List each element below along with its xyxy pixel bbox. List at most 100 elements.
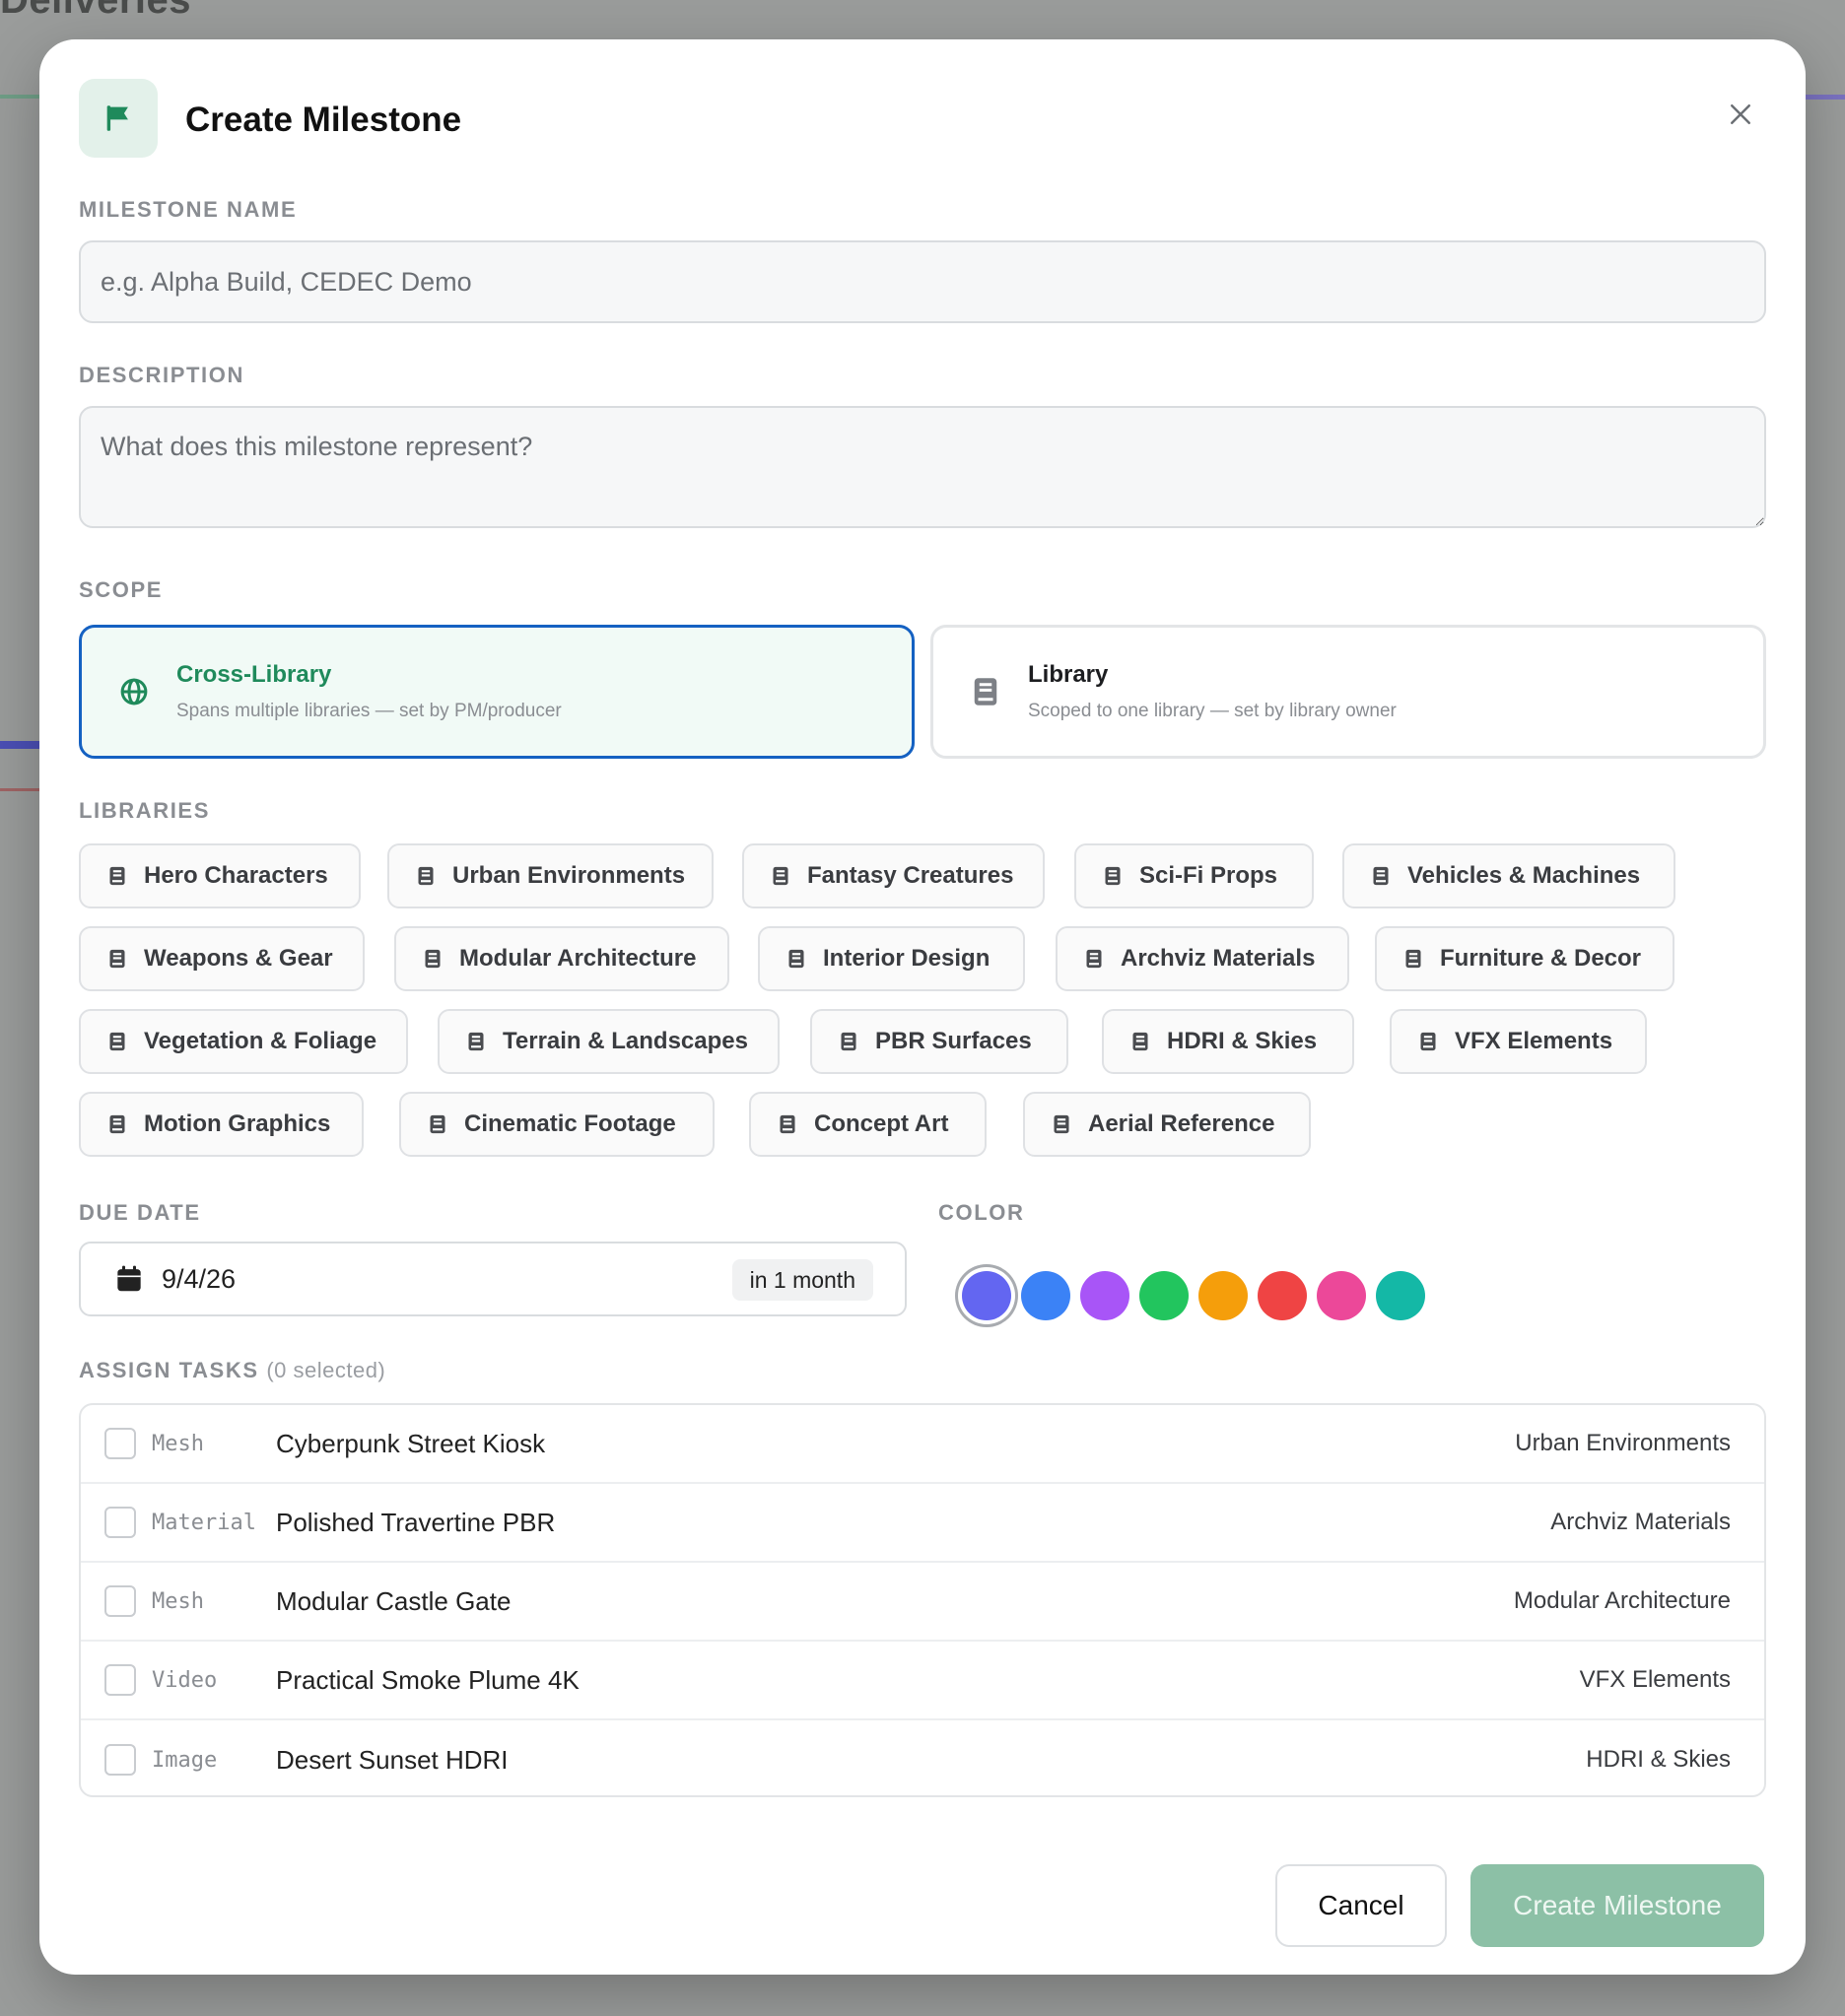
create-milestone-dialog: Create Milestone MILESTONE NAME DESCRIPT… (39, 39, 1806, 1975)
library-chip-label: VFX Elements (1455, 1028, 1613, 1054)
library-chip[interactable]: Vegetation & Foliage (79, 1009, 408, 1074)
due-date-picker[interactable]: 9/4/26 in 1 month (79, 1242, 907, 1316)
book-icon (468, 1032, 484, 1051)
task-library: Archviz Materials (1550, 1509, 1731, 1535)
color-swatch-purple[interactable] (1080, 1271, 1129, 1320)
task-library: HDRI & Skies (1586, 1746, 1731, 1773)
task-library: Modular Architecture (1513, 1587, 1731, 1614)
library-chip-label: HDRI & Skies (1167, 1028, 1318, 1054)
library-chip-label: Vegetation & Foliage (144, 1028, 377, 1054)
library-chip[interactable]: VFX Elements (1390, 1009, 1647, 1074)
scope-option-title: Cross-Library (176, 661, 332, 688)
library-chip[interactable]: Motion Graphics (79, 1092, 364, 1157)
library-chip[interactable]: PBR Surfaces (810, 1009, 1068, 1074)
library-chip-label: Motion Graphics (144, 1110, 331, 1137)
calendar-icon (117, 1265, 141, 1292)
library-chip[interactable]: Aerial Reference (1023, 1092, 1311, 1157)
library-chip[interactable]: Fantasy Creatures (742, 843, 1045, 908)
scope-option-library[interactable]: Library Scoped to one library — set by l… (930, 625, 1766, 759)
library-chip-label: Fantasy Creatures (807, 862, 1014, 889)
task-library: Urban Environments (1515, 1430, 1731, 1456)
library-chip[interactable]: Sci-Fi Props (1074, 843, 1314, 908)
book-icon (1132, 1032, 1148, 1051)
create-milestone-button[interactable]: Create Milestone (1470, 1864, 1764, 1947)
milestone-name-input[interactable] (79, 240, 1766, 323)
book-icon (1105, 866, 1121, 886)
library-chip-label: Aerial Reference (1088, 1110, 1275, 1137)
library-chip-label: Cinematic Footage (464, 1110, 676, 1137)
close-icon[interactable] (1721, 95, 1760, 134)
library-chip-label: Interior Design (823, 945, 991, 972)
book-icon (1086, 949, 1102, 969)
library-chip-label: Modular Architecture (459, 945, 697, 972)
library-chip[interactable]: Weapons & Gear (79, 926, 365, 991)
color-swatch-amber[interactable] (1198, 1271, 1248, 1320)
library-chip-label: Hero Characters (144, 862, 328, 889)
library-chip[interactable]: Terrain & Landscapes (438, 1009, 780, 1074)
task-checkbox[interactable] (104, 1744, 136, 1776)
task-name: Cyberpunk Street Kiosk (276, 1428, 546, 1458)
scope-option-subtitle: Spans multiple libraries — set by PM/pro… (176, 701, 562, 721)
library-chip[interactable]: Modular Architecture (394, 926, 729, 991)
due-date-value: 9/4/26 (162, 1263, 237, 1294)
library-chip[interactable]: Vehicles & Machines (1342, 843, 1675, 908)
book-icon (773, 866, 788, 886)
task-row[interactable]: Video Practical Smoke Plume 4K VFX Eleme… (81, 1642, 1764, 1720)
library-chip[interactable]: Archviz Materials (1056, 926, 1349, 991)
book-icon (1054, 1114, 1069, 1134)
task-row[interactable]: Material Polished Travertine PBR Archviz… (81, 1484, 1764, 1563)
libraries-label: LIBRARIES (79, 798, 210, 823)
background-progress-bar (0, 741, 39, 749)
background-divider (0, 788, 39, 791)
color-swatch-blue[interactable] (1021, 1271, 1070, 1320)
library-chip[interactable]: Concept Art (749, 1092, 987, 1157)
milestone-name-label: MILESTONE NAME (79, 197, 298, 222)
book-icon (1420, 1032, 1436, 1051)
library-chip-label: PBR Surfaces (875, 1028, 1032, 1054)
book-icon (841, 1032, 856, 1051)
task-checkbox[interactable] (104, 1585, 136, 1617)
book-icon (109, 1032, 125, 1051)
background-heading: Deliveries (0, 0, 192, 22)
book-icon (1405, 949, 1421, 969)
task-row[interactable]: Mesh Cyberpunk Street Kiosk Urban Enviro… (81, 1405, 1764, 1484)
book-icon (425, 949, 441, 969)
relative-date-badge: in 1 month (731, 1259, 873, 1301)
book-icon (788, 949, 804, 969)
color-swatch-red[interactable] (1258, 1271, 1307, 1320)
task-checkbox[interactable] (104, 1428, 136, 1459)
book-icon (109, 949, 125, 969)
color-swatch-green[interactable] (1139, 1271, 1189, 1320)
library-chip[interactable]: Furniture & Decor (1375, 926, 1674, 991)
color-label: COLOR (938, 1200, 1025, 1225)
book-icon (780, 1114, 795, 1134)
library-chip[interactable]: Hero Characters (79, 843, 361, 908)
task-type: Mesh (152, 1588, 204, 1614)
library-chip[interactable]: HDRI & Skies (1102, 1009, 1354, 1074)
task-type: Material (152, 1510, 256, 1535)
task-row[interactable]: Image Desert Sunset HDRI HDRI & Skies (81, 1720, 1764, 1795)
task-checkbox[interactable] (104, 1664, 136, 1696)
task-checkbox[interactable] (104, 1507, 136, 1538)
library-chip-label: Terrain & Landscapes (503, 1028, 748, 1054)
color-swatch-pink[interactable] (1317, 1271, 1366, 1320)
scope-option-title: Library (1028, 661, 1109, 688)
task-row[interactable]: Mesh Modular Castle Gate Modular Archite… (81, 1563, 1764, 1642)
task-list: Mesh Cyberpunk Street Kiosk Urban Enviro… (79, 1403, 1766, 1797)
library-chip-label: Weapons & Gear (144, 945, 333, 972)
assign-tasks-title: ASSIGN TASKS (79, 1358, 259, 1382)
description-textarea[interactable] (79, 406, 1766, 528)
color-swatch-indigo[interactable] (962, 1271, 1011, 1320)
color-swatch-teal[interactable] (1376, 1271, 1425, 1320)
scope-option-cross-library[interactable]: Cross-Library Spans multiple libraries —… (79, 625, 915, 759)
library-chip[interactable]: Urban Environments (387, 843, 714, 908)
library-chip[interactable]: Interior Design (758, 926, 1025, 991)
task-type: Video (152, 1667, 218, 1693)
task-name: Polished Travertine PBR (276, 1507, 556, 1537)
task-type: Mesh (152, 1431, 204, 1456)
book-icon (418, 866, 434, 886)
cancel-button[interactable]: Cancel (1275, 1864, 1447, 1947)
library-chip[interactable]: Cinematic Footage (399, 1092, 715, 1157)
globe-icon (117, 675, 151, 708)
selected-count: (0 selected) (266, 1358, 386, 1382)
